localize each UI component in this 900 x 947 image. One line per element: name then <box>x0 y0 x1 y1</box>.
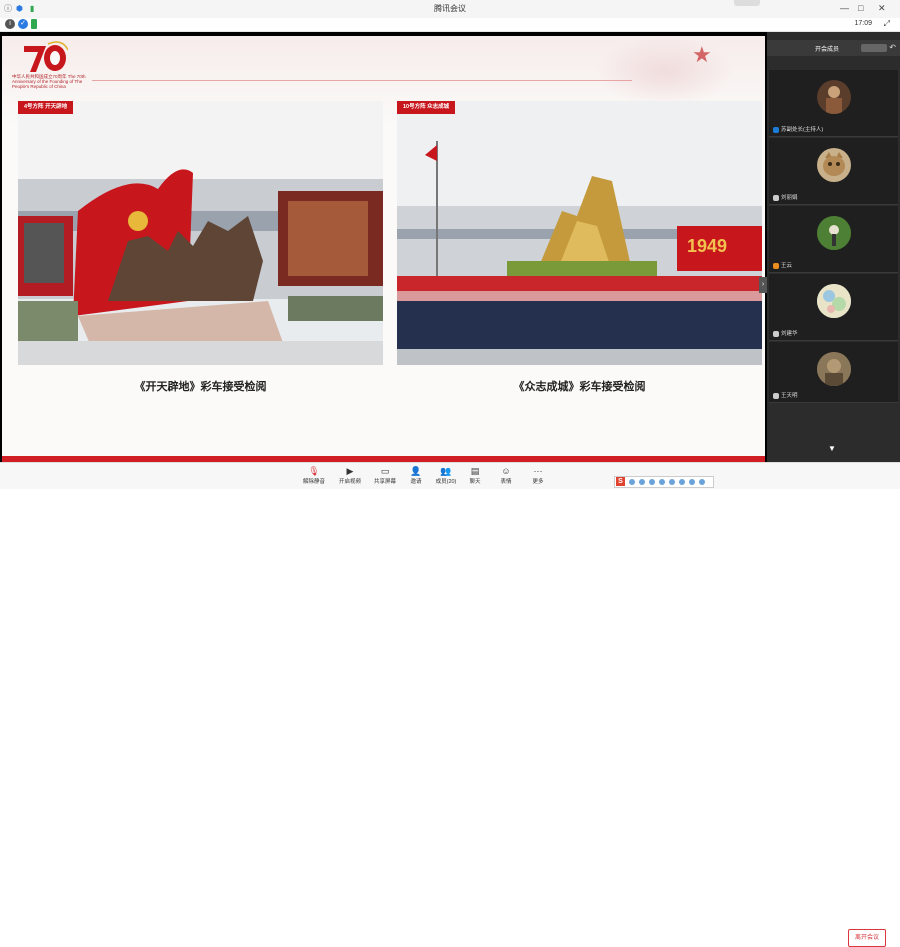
avatar <box>817 284 851 318</box>
logo-text: 中华人民共和国成立70周年 The 70th Anniversary of th… <box>12 74 86 89</box>
mic-icon <box>773 330 779 337</box>
close-button[interactable]: ✕ <box>878 3 886 14</box>
back-icon[interactable]: ↶ <box>889 43 896 52</box>
ime-skin-icon[interactable] <box>679 479 685 485</box>
participant-name: 刘建华 <box>781 331 798 337</box>
meeting-info-strip: i ✓ 17:09 ⤢ <box>0 18 900 32</box>
photo-tag-right: 10号方阵 众志成城 <box>397 101 456 114</box>
minimize-button[interactable]: — <box>840 3 849 13</box>
sidebar-header: 开会成员 ↶ <box>767 40 900 56</box>
participant-name: 王天明 <box>781 393 798 399</box>
emoji-button[interactable]: ☺ 表情 <box>488 465 524 487</box>
mic-icon <box>773 262 779 269</box>
ime-menu-icon[interactable] <box>699 479 705 485</box>
banner-year: 1949 <box>687 236 728 256</box>
maximize-button[interactable]: □ <box>858 3 863 13</box>
sidebar-title: 开会成员 <box>815 47 840 53</box>
parade-float-image-left <box>18 101 383 365</box>
ime-voice-icon[interactable] <box>649 479 655 485</box>
mic-icon <box>773 194 779 201</box>
star-icon: ★ <box>692 42 712 67</box>
caption-right: 《众志成城》彩车接受检阅 <box>513 381 646 393</box>
participant-tile[interactable]: 刘建华 <box>769 274 898 341</box>
ime-keyboard-icon[interactable] <box>669 479 675 485</box>
sogou-icon[interactable]: S <box>616 477 625 486</box>
parade-float-image-right <box>397 101 762 365</box>
participant-name: 刘丽娟 <box>781 195 798 201</box>
float-photo-right: 10号方阵 众志成城 1949 <box>397 101 762 365</box>
participant-name: 苏副处长(主持人) <box>781 127 824 133</box>
mic-icon <box>773 126 779 133</box>
start-video-button[interactable]: ▶ 开启视频 <box>332 465 368 487</box>
caption-left: 《开天辟地》彩车接受检阅 <box>134 381 267 393</box>
participant-tile[interactable]: 苏副处长(主持人) <box>769 70 898 137</box>
info-icon[interactable]: i <box>5 19 15 29</box>
leave-meeting-button[interactable]: 离开会议 <box>848 929 886 947</box>
more-icon: ··· <box>533 466 543 476</box>
participant-name: 王云 <box>781 263 793 269</box>
ime-mode-icon[interactable] <box>629 479 635 485</box>
collapse-sidebar-button[interactable]: › <box>759 277 767 293</box>
presentation-slide: 中华人民共和国成立70周年 The 70th Anniversary of th… <box>2 36 765 462</box>
ime-emoji-icon[interactable] <box>659 479 665 485</box>
avatar <box>817 216 851 250</box>
meeting-clock: 17:09 <box>854 20 872 27</box>
security-icon[interactable]: ✓ <box>18 19 28 29</box>
header-divider <box>92 80 632 81</box>
avatar <box>817 148 851 182</box>
participant-tile[interactable]: 王天明 <box>769 342 898 403</box>
avatar <box>817 80 851 114</box>
notice-badge <box>734 0 760 6</box>
participant-tile[interactable]: 王云 <box>769 206 898 273</box>
participant-tile[interactable]: 刘丽娟 <box>769 138 898 205</box>
ime-tools-icon[interactable] <box>689 479 695 485</box>
emoji-icon: ☺ <box>501 466 511 476</box>
meeting-toolbar: 🎙 解除静音 ▶ 开启视频 ▭ 共享屏幕 👤 邀请 👥 成员(20) ▤ 聊天 … <box>0 462 900 947</box>
float-photo-left: 4号方阵 开天辟地 <box>18 101 383 365</box>
avatar <box>817 352 851 386</box>
more-button[interactable]: ··· 更多 <box>520 465 556 487</box>
fullscreen-icon[interactable]: ⤢ <box>884 19 890 29</box>
scroll-down-icon[interactable]: ▼ <box>828 444 836 453</box>
unmute-button[interactable]: 🎙 解除静音 <box>296 465 332 487</box>
anniversary-logo <box>24 41 68 72</box>
camera-icon: ▶ <box>346 466 354 476</box>
mic-icon <box>773 392 779 399</box>
participant-sidebar: 开会成员 ↶ 苏副处长(主持人) 刘丽娟 王云 刘建华 王天明 ▼ <box>767 32 900 462</box>
network-icon <box>31 19 37 29</box>
photo-tag-left: 4号方阵 开天辟地 <box>18 101 74 114</box>
window-title: 腾讯会议 <box>434 4 466 13</box>
ime-punct-icon[interactable] <box>639 479 645 485</box>
ime-toolbar[interactable]: S <box>614 476 714 488</box>
view-toggle[interactable] <box>861 44 887 52</box>
shared-screen: 中华人民共和国成立70周年 The 70th Anniversary of th… <box>0 32 767 462</box>
title-bar: ⓘ ⬢ ▮ 腾讯会议 — □ ✕ <box>0 0 900 19</box>
mic-icon: 🎙 <box>308 466 320 476</box>
